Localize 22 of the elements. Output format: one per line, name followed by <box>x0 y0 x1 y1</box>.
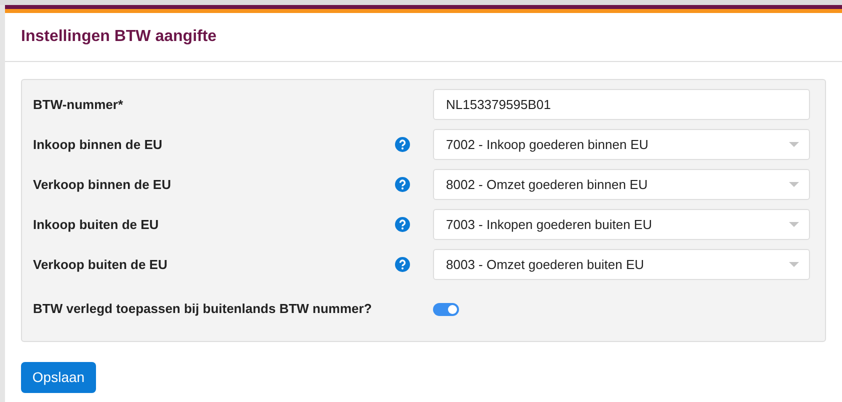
field-label: Inkoop buiten de EU <box>33 216 160 234</box>
field-label: BTW-nummer* <box>33 96 124 114</box>
help-icon[interactable] <box>395 137 410 152</box>
page-title: Instellingen BTW aangifte <box>21 27 217 47</box>
help-icon[interactable] <box>395 217 410 232</box>
caret-icon <box>789 262 799 268</box>
field-label: Verkoop buiten de EU <box>33 256 168 274</box>
field-label: BTW verlegd toepassen bij buitenlands BTW nummer? <box>33 300 373 318</box>
field-label: Inkoop binnen de EU <box>33 136 164 154</box>
save-button[interactable]: Opslaan <box>21 362 96 393</box>
input-field[interactable]: NL153379595B01 <box>433 89 810 120</box>
select-field[interactable]: 7003 - Inkopen goederen buiten EU <box>433 209 810 240</box>
select-field[interactable]: 8002 - Omzet goederen binnen EU <box>433 169 810 200</box>
help-icon[interactable] <box>395 177 410 192</box>
select-field[interactable]: 8003 - Omzet goederen buiten EU <box>433 249 810 280</box>
field-label: Verkoop binnen de EU <box>33 176 172 194</box>
caret-icon <box>789 222 799 228</box>
select-field[interactable]: 7002 - Inkoop goederen binnen EU <box>433 129 810 160</box>
help-icon[interactable] <box>395 257 410 272</box>
caret-icon <box>789 182 799 188</box>
toggle-switch[interactable] <box>433 302 459 316</box>
caret-icon <box>789 142 799 148</box>
